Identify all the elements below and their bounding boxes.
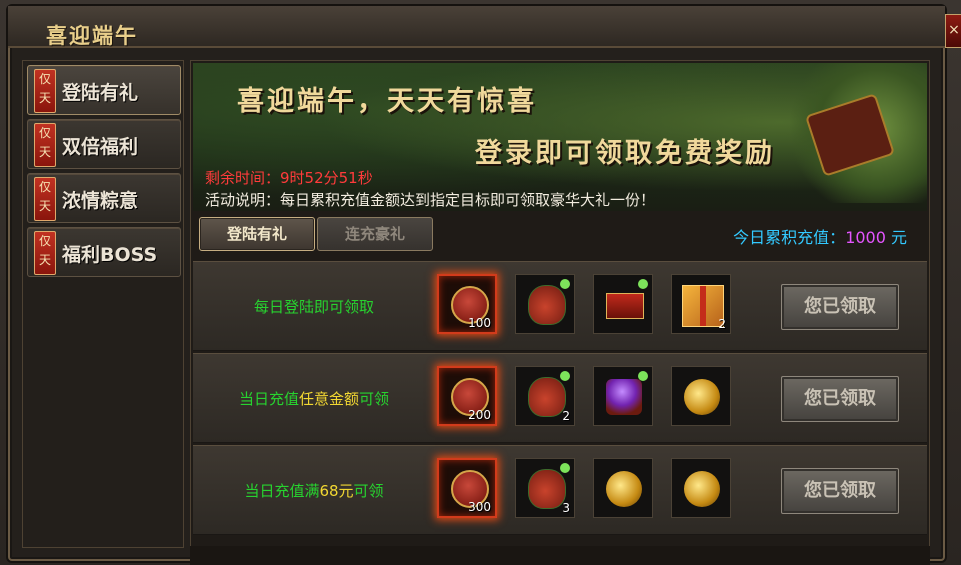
status-dot-icon [638, 371, 648, 381]
claim-button[interactable]: 您已领取 [781, 468, 899, 514]
sidebar-item-zongzi[interactable]: 仅天 浓情粽意 [27, 173, 181, 223]
reward-slot[interactable]: 3 [515, 458, 575, 518]
row-condition-highlight: 任意金额 [298, 390, 359, 408]
tag-badge: 仅天 [34, 231, 56, 275]
row-condition: 当日充值任意金额可领 [193, 388, 435, 409]
bag-icon [528, 469, 566, 509]
tag-badge: 仅天 [34, 177, 56, 221]
row-condition-suffix: 可领 [353, 482, 384, 500]
sidebar-item-label: 双倍福利 [62, 136, 139, 158]
banner-subheadline: 登录即可领取免费奖励 [475, 138, 775, 169]
status-dot-icon [638, 279, 648, 289]
sidebar-item-label: 登陆有礼 [62, 82, 139, 104]
reward-row: 当日充值满68元可领 300 3 您已领取 [193, 445, 927, 535]
reward-slot[interactable] [593, 366, 653, 426]
window-title: 喜迎端午 [46, 23, 138, 48]
row-condition-prefix: 每日登陆即可领取 [253, 298, 374, 316]
item-quantity: 100 [468, 316, 491, 330]
reward-slot[interactable] [671, 366, 731, 426]
remaining-time: 剩余时间：9时52分51秒 [205, 169, 373, 187]
claim-button[interactable]: 您已领取 [781, 376, 899, 422]
title-bar: 喜迎端午 [8, 6, 945, 48]
reward-slot[interactable]: 300 [437, 458, 497, 518]
chest-icon [606, 293, 644, 319]
today-recharge-label: 今日累积充值： [733, 228, 846, 247]
reward-slot[interactable]: 2 [671, 274, 731, 334]
item-quantity: 2 [562, 409, 570, 423]
tab-login-gift[interactable]: 登陆有礼 [199, 217, 315, 251]
gold-crystal-icon [684, 471, 720, 507]
gold-ornament-icon [684, 379, 720, 415]
status-dot-icon [560, 279, 570, 289]
reward-slot[interactable] [593, 274, 653, 334]
reward-slot[interactable]: 2 [515, 366, 575, 426]
sidebar-item-boss[interactable]: 仅天 福利BOSS [27, 227, 181, 277]
sidebar-item-double-benefit[interactable]: 仅天 双倍福利 [27, 119, 181, 169]
treasure-box-icon [606, 379, 642, 415]
tag-badge: 仅天 [34, 123, 56, 167]
reward-slot[interactable] [671, 458, 731, 518]
event-banner: 喜迎端午，天天有惊喜 登录即可领取免费奖励 剩余时间：9时52分51秒 活动说明… [193, 63, 927, 211]
reward-row: 当日充值任意金额可领 200 2 您已领取 [193, 353, 927, 443]
reward-slot[interactable]: 200 [437, 366, 497, 426]
reward-slot[interactable] [515, 274, 575, 334]
sidebar-item-label: 福利BOSS [62, 244, 158, 266]
row-condition-suffix: 可领 [359, 390, 390, 408]
today-recharge: 今日累积充值：1000 元 [733, 224, 907, 248]
item-quantity: 3 [562, 501, 570, 515]
gold-orb-icon [606, 471, 642, 507]
sidebar-item-label: 浓情粽意 [62, 190, 139, 212]
item-quantity: 200 [468, 408, 491, 422]
status-dot-icon [560, 463, 570, 473]
banner-headline: 喜迎端午，天天有惊喜 [237, 86, 537, 117]
status-dot-icon [560, 371, 570, 381]
today-recharge-amount: 1000 [845, 228, 886, 247]
reward-slot[interactable] [593, 458, 653, 518]
bottom-strip [190, 546, 930, 565]
reward-row: 每日登陆即可领取 100 2 您已领取 [193, 261, 927, 351]
item-quantity: 2 [718, 317, 726, 331]
row-condition: 每日登陆即可领取 [193, 296, 435, 317]
row-condition: 当日充值满68元可领 [193, 480, 435, 501]
row-condition-prefix: 当日充值 [238, 390, 299, 408]
close-button[interactable]: × [945, 14, 961, 48]
claim-button[interactable]: 您已领取 [781, 284, 899, 330]
bag-icon [528, 285, 566, 325]
sidebar: 仅天 登陆有礼 仅天 双倍福利 仅天 浓情粽意 仅天 福利BOSS [22, 60, 184, 548]
tab-consecutive-recharge[interactable]: 连充豪礼 [317, 217, 433, 251]
sidebar-item-login-gift[interactable]: 仅天 登陆有礼 [27, 65, 181, 115]
today-recharge-unit: 元 [885, 228, 907, 247]
row-condition-prefix: 当日充值满 [244, 482, 320, 500]
reward-slot[interactable]: 100 [437, 274, 497, 334]
event-description: 活动说明：每日累积充值金额达到指定目标即可领取豪华大礼一份！ [205, 191, 656, 209]
main-panel: 喜迎端午，天天有惊喜 登录即可领取免费奖励 剩余时间：9时52分51秒 活动说明… [190, 60, 930, 548]
item-quantity: 300 [468, 500, 491, 514]
tag-badge: 仅天 [34, 69, 56, 113]
row-condition-highlight: 68元 [319, 482, 354, 500]
bag-icon [528, 377, 566, 417]
